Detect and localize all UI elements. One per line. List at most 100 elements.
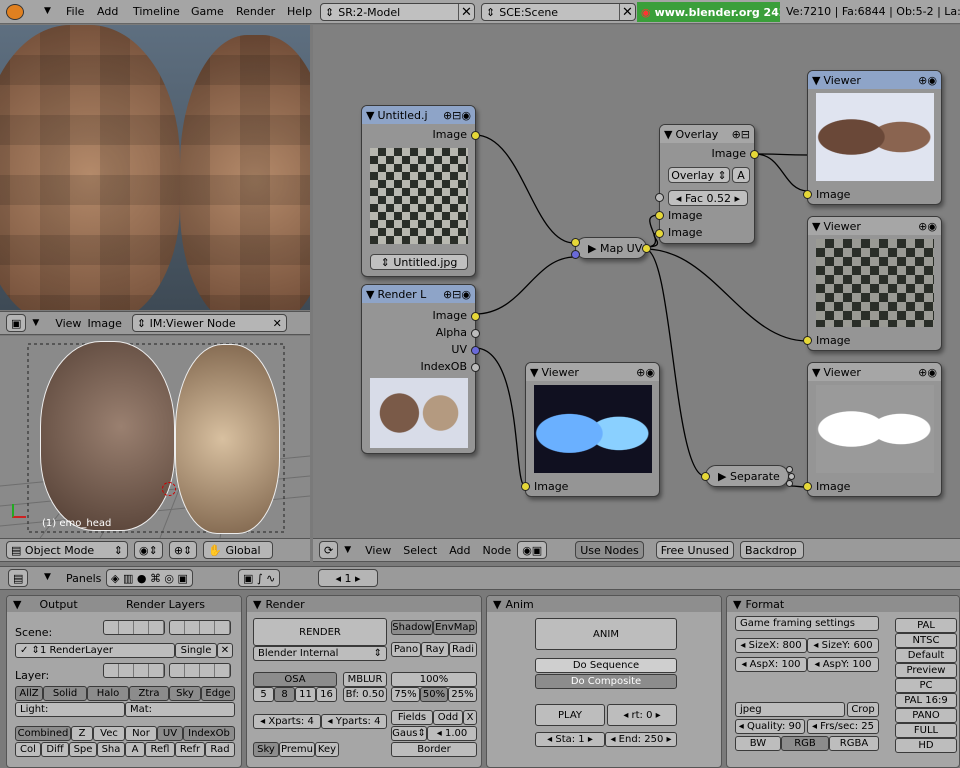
image-file-selector[interactable]: ⇕ Untitled.jpg [370,254,468,270]
pass-sky[interactable]: Sky [169,686,201,701]
xparts-field[interactable]: ◂ Xparts: 4 [253,714,321,729]
input-socket[interactable] [521,482,530,491]
preset-pal[interactable]: PAL [895,618,957,633]
pass-allz[interactable]: AllZ [15,686,43,701]
close-icon[interactable]: ✕ [273,317,282,330]
node-header[interactable]: ▼ Viewer ⊕◉ [808,71,941,89]
osa-11[interactable]: 11 [295,687,316,702]
node-options-icon[interactable]: ⊕⊟ [732,128,750,141]
mode-selector[interactable]: ▤ Object Mode ⇕ [6,541,128,559]
blender-logo-icon[interactable] [6,4,24,20]
pass-edge[interactable]: Edge [201,686,235,701]
sizex-field[interactable]: ◂ SizeX: 800 [735,638,807,653]
pass-uv[interactable]: UV [157,726,183,741]
node-header[interactable]: ▼ Viewer ⊕◉ [808,217,941,235]
node-options-icon[interactable]: ⊕◉ [918,366,937,379]
render-engine-selector[interactable]: Blender Internal ⇕ [253,646,387,661]
viewer-node-uv[interactable]: ▼ Viewer ⊕◉ Image [803,216,942,351]
pass-refr[interactable]: Refr [175,742,205,757]
collapse-triangle-icon[interactable]: ▼ [664,128,672,141]
panel-header[interactable]: ▼ Render [247,596,481,612]
start-frame-field[interactable]: ◂ Sta: 1 ▸ [535,732,605,747]
node-options-icon[interactable]: ⊕◉ [636,366,655,379]
preset-pal169[interactable]: PAL 16:9 [895,693,957,708]
menu-game[interactable]: Game [191,5,224,18]
image-viewer[interactable] [0,25,310,310]
pano-toggle[interactable]: Pano [391,642,421,657]
aspy-field[interactable]: ◂ AspY: 100 [807,657,879,672]
output-socket[interactable] [750,150,759,159]
collapse-triangle-icon[interactable]: ▼ [366,109,374,122]
collapse-triangle-icon[interactable]: ▼ [493,598,501,611]
menu-view[interactable]: View [365,544,391,557]
size-75-button[interactable]: 75% [391,687,420,702]
pass-halo[interactable]: Halo [87,686,129,701]
pass-col[interactable]: Col [15,742,41,757]
input-socket[interactable] [803,190,812,199]
pass-nor[interactable]: Nor [125,726,157,741]
bw-toggle[interactable]: BW [735,736,781,751]
use-nodes-toggle[interactable]: Use Nodes [575,541,644,559]
collapse-triangle-icon[interactable]: ▼ [13,598,21,611]
pass-ztra[interactable]: Ztra [129,686,169,701]
radiosity-toggle[interactable]: Radi [449,642,477,657]
play-button[interactable]: PLAY [535,704,605,726]
tab-output[interactable]: Output [39,598,77,611]
format-preset-selector[interactable]: Game framing settings [735,616,879,631]
viewer-node-overlay[interactable]: ▼ Viewer ⊕◉ Image [803,70,942,205]
delete-layer-icon[interactable]: ✕ [217,643,233,658]
node-options-icon[interactable]: ⊕◉ [918,74,937,87]
size-50-button[interactable]: 50% [420,687,448,702]
fps-field[interactable]: ◂ Frs/sec: 25 [807,719,879,734]
osa-5[interactable]: 5 [253,687,274,702]
output-socket[interactable] [471,363,480,372]
3d-viewport[interactable]: (1) emo_head [0,336,310,538]
input-socket[interactable] [571,238,580,247]
pass-solid[interactable]: Solid [43,686,87,701]
rt-field[interactable]: ◂ rt: 0 ▸ [607,704,677,726]
pass-z[interactable]: Z [71,726,93,741]
material-icon[interactable]: ◉▣ [517,541,548,559]
pass-diff[interactable]: Diff [41,742,69,757]
layer-buttons[interactable] [169,663,231,678]
blend-mode-selector[interactable]: Overlay ⇕ [668,167,730,183]
frame-counter[interactable]: ◂ 1 ▸ [318,569,378,587]
node-header[interactable]: ▼ Viewer ⊕◉ [808,363,941,381]
envmap-toggle[interactable]: EnvMap [433,620,477,635]
end-frame-field[interactable]: ◂ End: 250 ▸ [605,732,677,747]
renderlayer-selector[interactable]: ✓ ⇕ 1 RenderLayer [15,643,175,658]
free-unused-button[interactable]: Free Unused [655,541,735,559]
alpha-toggle[interactable]: A [732,167,750,183]
editor-type-icon[interactable]: ▤ [8,569,29,587]
pass-sha[interactable]: Sha [97,742,125,757]
input-socket[interactable] [655,193,664,202]
output-socket[interactable] [471,131,480,140]
ray-toggle[interactable]: Ray [421,642,449,657]
orientation-selector[interactable]: ✋ Global [203,541,274,559]
output-socket[interactable] [471,346,480,355]
menu-help[interactable]: Help [287,5,312,18]
node-header[interactable]: ▼ Overlay ⊕⊟ [660,125,754,143]
scene-selector[interactable]: ⇕ SCE:Scene ✕ [481,3,636,21]
input-socket[interactable] [803,482,812,491]
osa-8[interactable]: 8 [274,687,295,702]
menu-select[interactable]: Select [403,544,437,557]
scene-layer-buttons[interactable] [169,620,231,635]
panel-header[interactable]: ▼ Output Render Layers [7,596,241,612]
key-toggle[interactable]: Key [315,742,339,757]
collapse-triangle-icon[interactable]: ▼ [812,366,820,379]
image-input-node[interactable]: ▼ Untitled.j ⊕⊟◉ Image ⇕ Untitled.jpg [361,105,480,277]
input-socket[interactable] [655,229,664,238]
size-25-button[interactable]: 25% [448,687,477,702]
filter-selector[interactable]: Gaus ⇕ [391,726,427,741]
output-socket[interactable] [788,473,795,480]
viewer-node-separate[interactable]: ▼ Viewer ⊕◉ Image [803,362,942,497]
editor-type-icon[interactable]: ⟳ [319,541,339,559]
pass-rad[interactable]: Rad [205,742,235,757]
input-socket[interactable] [655,211,664,220]
aspx-field[interactable]: ◂ AspX: 100 [735,657,807,672]
osa-16[interactable]: 16 [316,687,337,702]
map-uv-node[interactable]: ▶ Map UV [571,237,651,259]
preset-default[interactable]: Default [895,648,957,663]
menu-add[interactable]: Add [449,544,470,557]
